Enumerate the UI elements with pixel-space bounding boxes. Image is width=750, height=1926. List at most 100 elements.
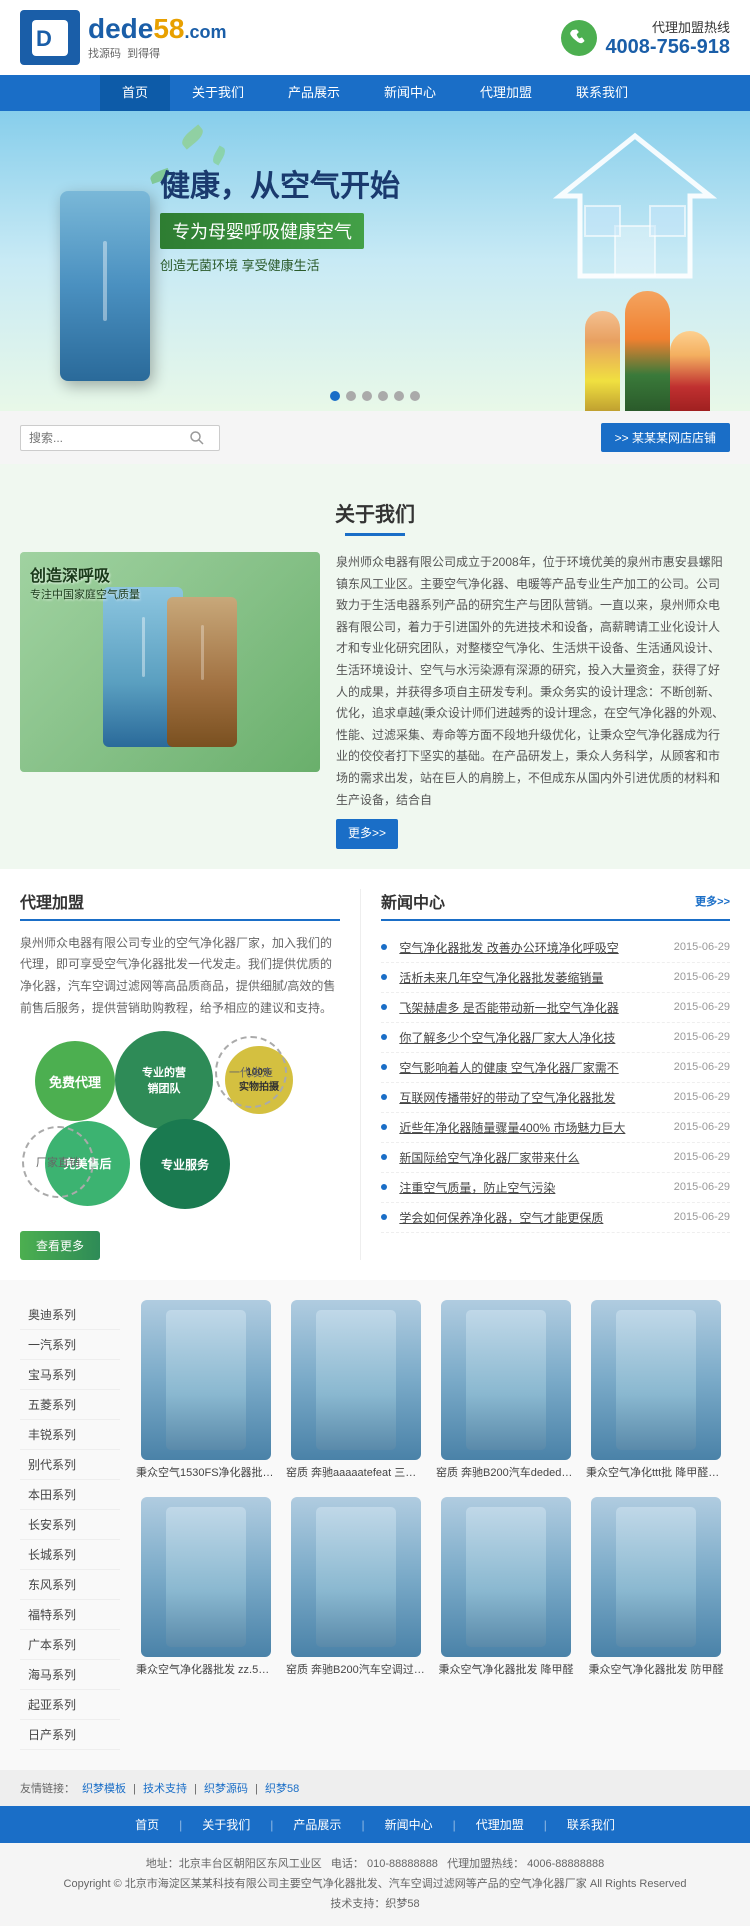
sidebar-item[interactable]: 福特系列 bbox=[20, 1600, 120, 1630]
footer-link-sep: | bbox=[252, 1783, 261, 1795]
sidebar-item[interactable]: 奥迪系列 bbox=[20, 1300, 120, 1330]
banner-dot-1[interactable] bbox=[330, 391, 340, 401]
news-item-title[interactable]: 注重空气质量，防止空气污染 bbox=[399, 1179, 659, 1196]
banner-dot-6[interactable] bbox=[410, 391, 420, 401]
banner-subtitle: 专为母婴呼吸健康空气 bbox=[160, 213, 364, 249]
search-input[interactable] bbox=[29, 431, 189, 445]
footer-links: 友情链接： 织梦模板 | 技术支持 | 织梦源码 | 织梦58 bbox=[0, 1770, 750, 1806]
footer-nav-agency[interactable]: 代理加盟 bbox=[476, 1816, 524, 1833]
sidebar-item[interactable]: 广本系列 bbox=[20, 1630, 120, 1660]
sidebar-item[interactable]: 宝马系列 bbox=[20, 1360, 120, 1390]
nav-about[interactable]: 关于我们 bbox=[170, 75, 266, 111]
news-item: 新国际给空气净化器厂家带来什么 2015-06-29 bbox=[381, 1143, 730, 1173]
about-text-content: 泉州师众电器有限公司成立于2008年，位于环境优美的泉州市惠安县螺阳镇东风工业区… bbox=[336, 552, 730, 849]
product-card[interactable]: 秉众空气净化ttt批 降甲醛PM2 bbox=[586, 1300, 726, 1481]
sidebar-item[interactable]: 日产系列 bbox=[20, 1720, 120, 1750]
product-card[interactable]: 窑质 奔驰B200汽车dededu活网 三 bbox=[436, 1300, 576, 1481]
nav-news[interactable]: 新闻中心 bbox=[362, 75, 458, 111]
nav-contact[interactable]: 联系我们 bbox=[554, 75, 650, 111]
nav-agency[interactable]: 代理加盟 bbox=[458, 75, 554, 111]
product-title: 秉众空气净化ttt批 降甲醛PM2 bbox=[586, 1466, 726, 1481]
product-card[interactable]: 秉众空气净化器批发 降甲醛 bbox=[436, 1497, 576, 1678]
logo-com: .com bbox=[185, 22, 227, 42]
agency-title: 代理加盟 bbox=[20, 889, 340, 921]
search-icon bbox=[189, 430, 205, 446]
circle-factory: 厂家直销 bbox=[22, 1126, 94, 1198]
sidebar-item[interactable]: 别代系列 bbox=[20, 1450, 120, 1480]
hero-banner: 健康，从空气开始 专为母婴呼吸健康空气 创造无菌环境 享受健康生活 bbox=[0, 111, 750, 411]
product-image bbox=[141, 1300, 271, 1460]
agency-diagram: 免费代理 专业的营销团队 100%实物拍摄 一代发走 完美售后 厂家直销 专业服… bbox=[20, 1031, 310, 1221]
news-item-title[interactable]: 学会如何保养净化器，空气才能更保质 bbox=[399, 1209, 659, 1226]
news-list: 空气净化器批发 改善办公环境净化呼吸空 2015-06-29 活析未来几年空气净… bbox=[381, 933, 730, 1233]
footer-nav-news[interactable]: 新闻中心 bbox=[385, 1816, 433, 1833]
footer-nav-contact[interactable]: 联系我们 bbox=[567, 1816, 615, 1833]
news-item-title[interactable]: 近些年净化器随量骤量400% 市场魅力巨大 bbox=[399, 1119, 659, 1136]
sidebar-item[interactable]: 起亚系列 bbox=[20, 1690, 120, 1720]
store-link-button[interactable]: >> 某某某网店店铺 bbox=[601, 423, 730, 452]
news-item-title[interactable]: 活析未来几年空气净化器批发萎缩销量 bbox=[399, 969, 659, 986]
footer-link-item[interactable]: 织梦模板 bbox=[82, 1783, 126, 1795]
sidebar-item[interactable]: 东风系列 bbox=[20, 1570, 120, 1600]
product-card[interactable]: 秉众空气净化器批发 zz.5婴靠去 bbox=[136, 1497, 276, 1678]
sidebar-item[interactable]: 长城系列 bbox=[20, 1540, 120, 1570]
sidebar-item[interactable]: 五菱系列 bbox=[20, 1390, 120, 1420]
phone-icon bbox=[561, 20, 597, 56]
news-item-date: 2015-06-29 bbox=[674, 1001, 730, 1013]
nav-products[interactable]: 产品展示 bbox=[266, 75, 362, 111]
sidebar-item[interactable]: 海马系列 bbox=[20, 1660, 120, 1690]
footer-nav-home[interactable]: 首页 bbox=[135, 1816, 159, 1833]
footer-address-line: 地址：北京丰台区朝阳区东风工业区 电话： 010-88888888 代理加盟热线… bbox=[20, 1855, 730, 1875]
banner-product bbox=[60, 191, 150, 381]
banner-dot-3[interactable] bbox=[362, 391, 372, 401]
news-item: 近些年净化器随量骤量400% 市场魅力巨大 2015-06-29 bbox=[381, 1113, 730, 1143]
footer-nav-about[interactable]: 关于我们 bbox=[202, 1816, 250, 1833]
sidebar-item[interactable]: 长安系列 bbox=[20, 1510, 120, 1540]
banner-dot-2[interactable] bbox=[346, 391, 356, 401]
news-item-title[interactable]: 飞架赫虐多 是否能带动新一批空气净化器 bbox=[399, 999, 659, 1016]
news-item-title[interactable]: 空气影响着人的健康 空气净化器厂家需不 bbox=[399, 1059, 659, 1076]
news-item-title[interactable]: 你了解多少个空气净化器厂家大人净化技 bbox=[399, 1029, 659, 1046]
see-more-button[interactable]: 查看更多 bbox=[20, 1231, 100, 1260]
sidebar-item[interactable]: 丰锐系列 bbox=[20, 1420, 120, 1450]
news-item-date: 2015-06-29 bbox=[674, 1181, 730, 1193]
hotline-text: 代理加盟热线 4008-756-918 bbox=[605, 17, 730, 59]
header: D dede58.com 找源码 到得得 代理加盟热线 4008-756-918 bbox=[0, 0, 750, 75]
about-title: 关于我们 bbox=[20, 484, 730, 533]
news-dot bbox=[381, 1184, 387, 1190]
footer-nav-products[interactable]: 产品展示 bbox=[293, 1816, 341, 1833]
product-card[interactable]: 秉众空气净化器批发 防甲醛 bbox=[586, 1497, 726, 1678]
svg-text:D: D bbox=[36, 26, 52, 51]
product-image bbox=[591, 1497, 721, 1657]
product-image bbox=[591, 1300, 721, 1460]
news-item-date: 2015-06-29 bbox=[674, 1211, 730, 1223]
banner-desc: 创造无菌环境 享受健康生活 bbox=[160, 255, 400, 274]
sidebar-item[interactable]: 一汽系列 bbox=[20, 1330, 120, 1360]
news-item-title[interactable]: 互联网传播带好的带动了空气净化器批发 bbox=[399, 1089, 659, 1106]
footer-link-item[interactable]: 技术支持 bbox=[143, 1783, 187, 1795]
news-item-date: 2015-06-29 bbox=[674, 1151, 730, 1163]
footer-link-item[interactable]: 织梦源码 bbox=[204, 1783, 248, 1795]
product-card[interactable]: 窑质 奔驰B200汽车空调过滤网 bbox=[286, 1497, 426, 1678]
news-dot bbox=[381, 1094, 387, 1100]
product-card[interactable]: 窑质 奔驰aaaaatefeat 三层活性炭 bbox=[286, 1300, 426, 1481]
news-col-title: 新闻中心 更多>> bbox=[381, 889, 730, 921]
banner-dot-4[interactable] bbox=[378, 391, 388, 401]
footer-link-item[interactable]: 织梦58 bbox=[265, 1783, 299, 1795]
footer-agency-tel: 4006-88888888 bbox=[527, 1858, 604, 1870]
news-item: 互联网传播带好的带动了空气净化器批发 2015-06-29 bbox=[381, 1083, 730, 1113]
product-card[interactable]: 秉众空气1530FS净化器批发 光... bbox=[136, 1300, 276, 1481]
circle-one-agent: 一代发走 bbox=[215, 1036, 287, 1108]
news-item: 空气影响着人的健康 空气净化器厂家需不 2015-06-29 bbox=[381, 1053, 730, 1083]
about-more-btn[interactable]: 更多>> bbox=[336, 819, 398, 849]
news-item-title[interactable]: 新国际给空气净化器厂家带来什么 bbox=[399, 1149, 659, 1166]
banner-dot-5[interactable] bbox=[394, 391, 404, 401]
search-bar: >> 某某某网店店铺 bbox=[0, 411, 750, 464]
products-grid: 秉众空气1530FS净化器批发 光... 窑质 奔驰aaaaatefeat 三层… bbox=[136, 1300, 730, 1750]
news-item-title[interactable]: 空气净化器批发 改善办公环境净化呼吸空 bbox=[399, 939, 659, 956]
sidebar-item[interactable]: 本田系列 bbox=[20, 1480, 120, 1510]
product-title: 秉众空气净化器批发 zz.5婴靠去 bbox=[136, 1663, 276, 1678]
logo-slogan: 找源码 到得得 bbox=[88, 45, 227, 61]
nav-home[interactable]: 首页 bbox=[100, 75, 170, 111]
news-more-link[interactable]: 更多>> bbox=[695, 893, 730, 909]
